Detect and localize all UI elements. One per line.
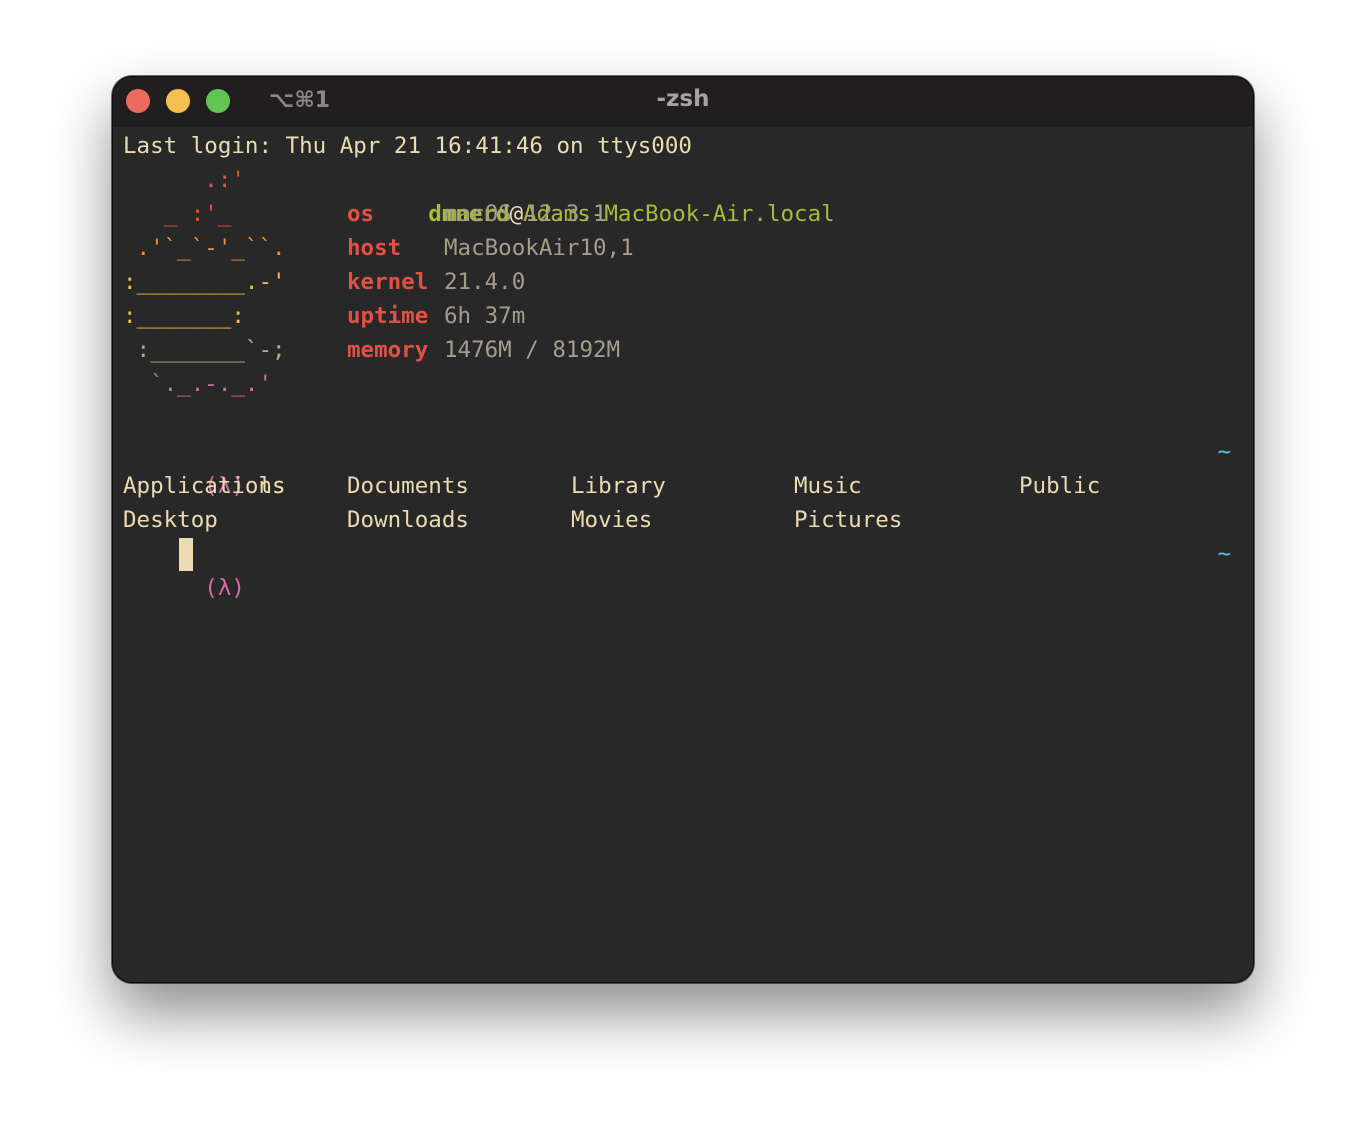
- terminal-window: ⌥⌘1 -zsh Last login: Thu Apr 21 16:41:46…: [112, 76, 1254, 983]
- prompt-symbol: (λ): [204, 575, 245, 601]
- ascii-art-line: .:': [123, 167, 245, 193]
- ascii-art-line: :________.-': [123, 269, 286, 295]
- info-value-host: MacBookAir10,1: [444, 235, 634, 261]
- info-value-uptime: 6h 37m: [444, 303, 526, 329]
- last-login-line: Last login: Thu Apr 21 16:41:46 on ttys0…: [123, 133, 692, 159]
- ascii-art-line: :_______`-;: [123, 337, 286, 363]
- right-prompt-tilde: ~: [1217, 439, 1231, 465]
- ls-entry: Downloads: [347, 507, 469, 533]
- ls-entry: Documents: [347, 473, 469, 499]
- ascii-art-line: _ :'_: [123, 201, 232, 227]
- ls-entry: Music: [794, 473, 862, 499]
- terminal-content[interactable]: Last login: Thu Apr 21 16:41:46 on ttys0…: [123, 129, 1243, 982]
- info-key-memory: memory: [347, 337, 429, 363]
- ls-entry: Movies: [571, 507, 653, 533]
- ascii-art-line: `._.-._.': [123, 371, 273, 397]
- ls-entry: Pictures: [794, 507, 903, 533]
- title-bar[interactable]: ⌥⌘1 -zsh: [113, 77, 1253, 126]
- info-key-kernel: kernel: [347, 269, 429, 295]
- ascii-art-line: .'`_`-'_``.: [123, 235, 286, 261]
- prompt-line: (λ) ls: [123, 435, 285, 499]
- info-key-uptime: uptime: [347, 303, 429, 329]
- window-title: -zsh: [656, 86, 710, 112]
- info-value-memory: 1476M / 8192M: [444, 337, 621, 363]
- info-key-os: os: [347, 201, 375, 227]
- info-value-os: macOS 12.3.1: [444, 201, 607, 227]
- info-value-kernel: 21.4.0: [444, 269, 526, 295]
- ascii-art-line: :_______:: [123, 303, 245, 329]
- ls-entry: Applications: [123, 473, 286, 499]
- user-host-line: dmnerd@Adams-MacBook-Air.local: [347, 163, 834, 227]
- ls-entry: Public: [1019, 473, 1101, 499]
- right-prompt-tilde: ~: [1217, 541, 1231, 567]
- text-cursor: [179, 538, 193, 571]
- ls-entry: Library: [571, 473, 666, 499]
- info-key-host: host: [347, 235, 402, 261]
- ls-entry: Desktop: [123, 507, 218, 533]
